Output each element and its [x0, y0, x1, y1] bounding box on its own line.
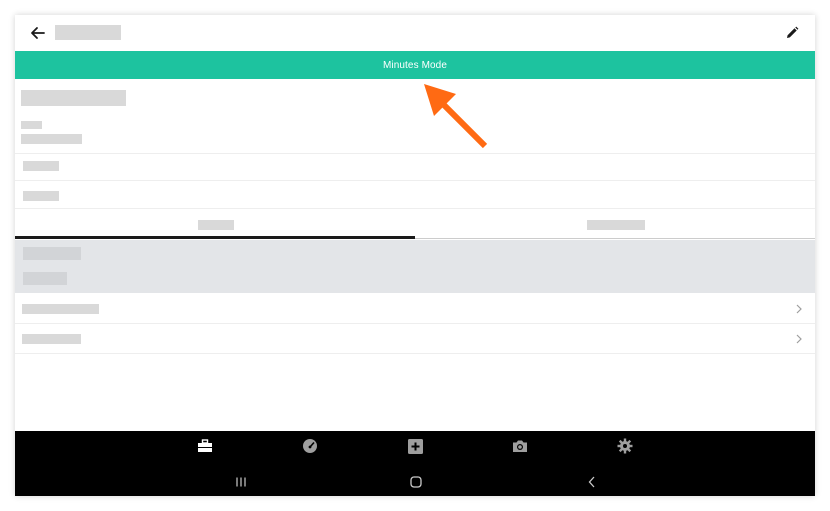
divider	[15, 180, 815, 181]
meeting-title-placeholder	[21, 90, 126, 106]
android-home-button[interactable]	[406, 475, 426, 489]
page-title-placeholder	[55, 25, 121, 40]
tab-label-placeholder	[198, 220, 234, 230]
back-chevron-icon	[588, 476, 595, 488]
list-item-label-placeholder	[22, 304, 99, 314]
edit-button[interactable]	[781, 22, 803, 44]
nav-settings-button[interactable]	[615, 436, 635, 456]
list-item-label-placeholder	[22, 334, 81, 344]
pencil-icon	[787, 26, 799, 38]
bottom-navigation	[15, 431, 815, 496]
chevron-right-icon	[796, 334, 802, 344]
field-label-placeholder	[21, 121, 42, 129]
active-tab-indicator	[15, 236, 415, 239]
android-back-button[interactable]	[582, 475, 602, 489]
back-button[interactable]	[27, 22, 49, 44]
app-window: Minutes Mode	[15, 15, 815, 496]
arrow-left-icon	[31, 27, 45, 39]
field-value-placeholder	[21, 134, 82, 144]
divider	[15, 208, 815, 209]
nav-tools-button[interactable]	[195, 436, 215, 456]
gear-icon	[617, 438, 633, 454]
detail-row-placeholder	[23, 191, 59, 201]
top-app-bar	[15, 15, 815, 51]
tab-underline	[415, 238, 815, 239]
detail-row-placeholder	[23, 161, 59, 171]
plus-square-icon	[407, 438, 423, 454]
divider	[15, 153, 815, 154]
android-recents-button[interactable]	[231, 475, 251, 489]
divider	[15, 353, 815, 354]
chevron-right-icon	[796, 304, 802, 314]
minutes-mode-banner[interactable]: Minutes Mode	[15, 51, 815, 79]
section-subtitle-placeholder	[23, 272, 67, 285]
section-title-placeholder	[23, 247, 81, 260]
gauge-icon	[303, 439, 317, 453]
list-item[interactable]	[15, 324, 815, 354]
tab-label-placeholder	[587, 220, 645, 230]
tab-second[interactable]	[415, 210, 815, 240]
briefcase-icon	[198, 439, 212, 452]
minutes-mode-label: Minutes Mode	[382, 59, 447, 71]
nav-create-button[interactable]	[405, 436, 425, 456]
list-item[interactable]	[15, 294, 815, 324]
recent-apps-icon	[236, 477, 246, 487]
nav-camera-button[interactable]	[510, 436, 530, 456]
camera-icon	[513, 440, 527, 452]
section-header	[15, 240, 815, 293]
home-icon	[410, 476, 422, 488]
nav-dashboard-button[interactable]	[300, 436, 320, 456]
